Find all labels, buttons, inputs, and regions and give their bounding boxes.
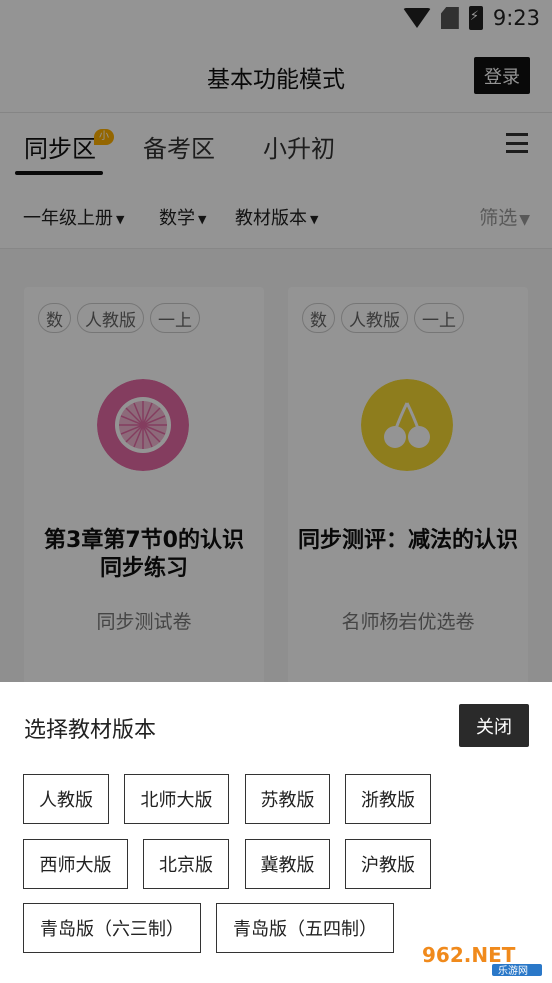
- edition-option[interactable]: 北京版: [143, 839, 229, 889]
- edition-option[interactable]: 苏教版: [245, 774, 330, 824]
- edition-picker-sheet: 选择教材版本 关闭 人教版 北师大版 苏教版 浙教版 西师大版 北京版 冀教版 …: [0, 682, 552, 983]
- edition-option[interactable]: 西师大版: [23, 839, 128, 889]
- edition-option[interactable]: 青岛版（五四制）: [216, 903, 394, 953]
- svg-text:962.NET: 962.NET: [422, 943, 516, 967]
- edition-option[interactable]: 北师大版: [124, 774, 229, 824]
- close-button[interactable]: 关闭: [459, 704, 529, 747]
- sheet-title: 选择教材版本: [24, 718, 157, 743]
- edition-option[interactable]: 冀教版: [245, 839, 330, 889]
- svg-text:乐游网: 乐游网: [498, 964, 528, 976]
- edition-option[interactable]: 青岛版（六三制）: [23, 903, 201, 953]
- modal-backdrop[interactable]: [0, 0, 552, 682]
- edition-option[interactable]: 人教版: [23, 774, 109, 824]
- watermark-logo: 962.NET 乐游网: [422, 943, 542, 976]
- edition-option[interactable]: 浙教版: [345, 774, 431, 824]
- edition-option[interactable]: 沪教版: [345, 839, 431, 889]
